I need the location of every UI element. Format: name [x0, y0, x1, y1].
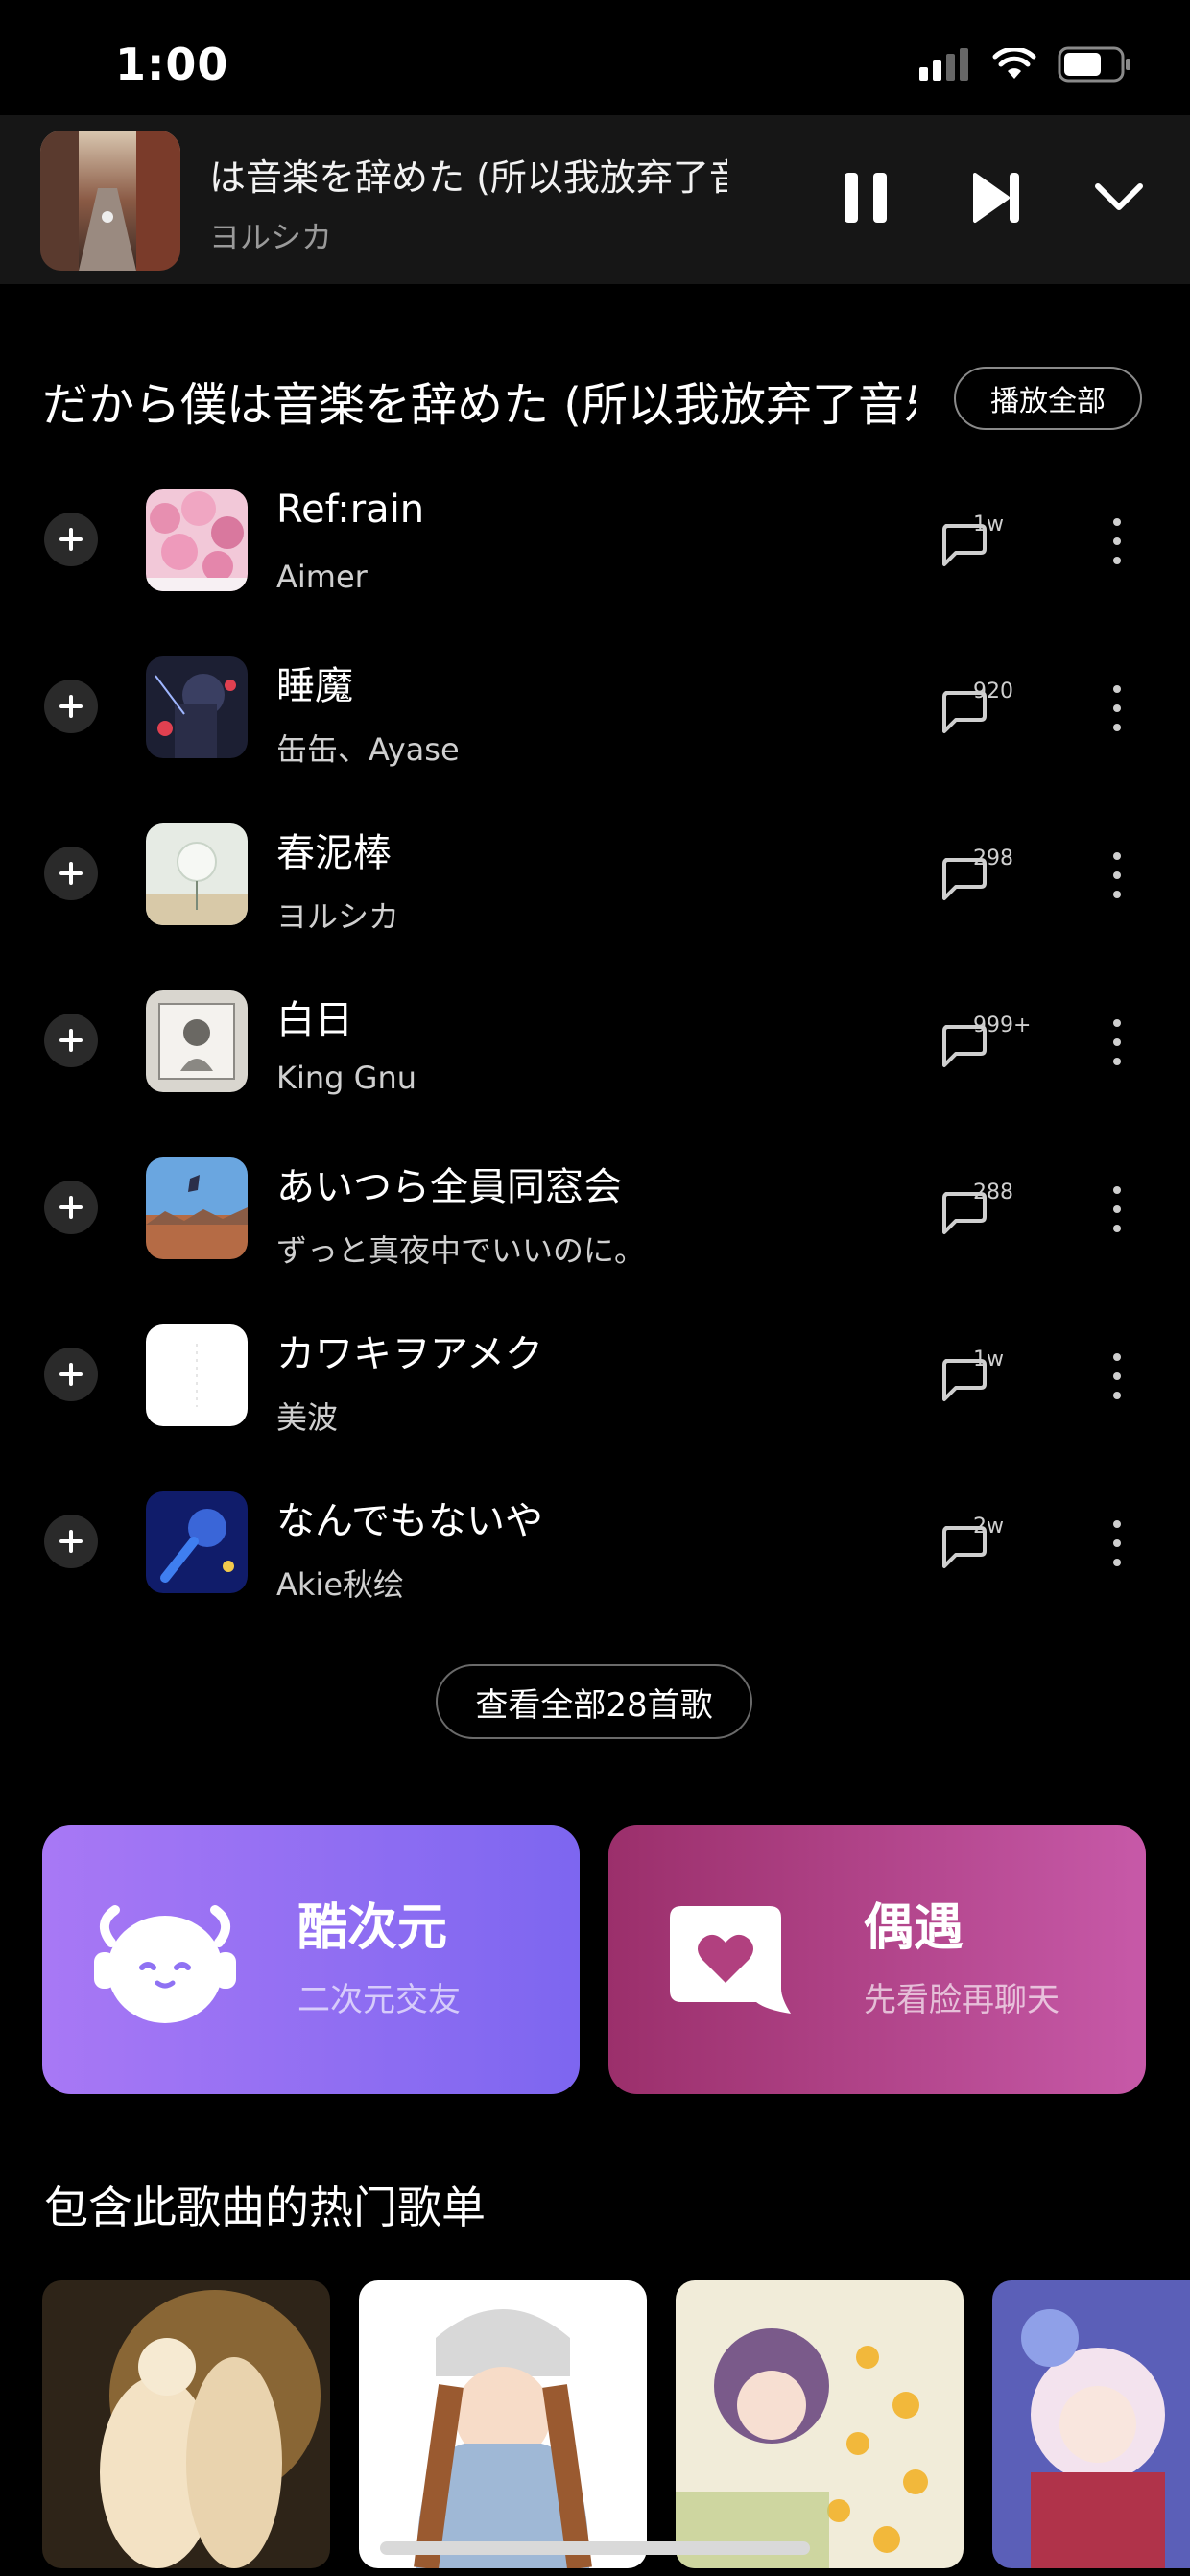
- heart-chat-icon: [670, 1906, 791, 2014]
- promo-subtitle: 二次元交友: [298, 1981, 461, 2019]
- signal-icon: [919, 48, 968, 81]
- more-options-icon[interactable]: [1104, 513, 1130, 570]
- song-cover: [146, 1324, 248, 1426]
- play-all-button[interactable]: 播放全部: [954, 367, 1142, 430]
- now-playing-bar[interactable]: は音楽を辞めた (所以我放弃了音乐) ヨルシカ: [0, 115, 1190, 284]
- plus-icon: [60, 1363, 83, 1386]
- view-all-songs-button[interactable]: 查看全部28首歌: [436, 1664, 752, 1739]
- plus-icon: [60, 528, 83, 551]
- plus-icon: [60, 1029, 83, 1052]
- promo-card-ouyu[interactable]: 偶遇 先看脸再聊天: [608, 1825, 1146, 2094]
- promo-card-kuciyuan[interactable]: 酷次元 二次元交友: [42, 1825, 580, 2094]
- status-time: 1:00: [115, 38, 229, 90]
- song-row[interactable]: 睡魔 缶缶、Ayase 920: [0, 624, 1190, 791]
- more-options-icon[interactable]: [1104, 1515, 1130, 1572]
- comment-count: 1w: [973, 1348, 1004, 1371]
- song-cover: [146, 823, 248, 925]
- more-options-icon[interactable]: [1104, 680, 1130, 737]
- comment-count: 298: [973, 847, 1013, 871]
- song-cover: [146, 489, 248, 591]
- song-artist: King Gnu: [276, 1060, 416, 1096]
- song-artist: 缶缶、Ayase: [276, 731, 460, 768]
- song-row[interactable]: Ref:rain Aimer 1w: [0, 457, 1190, 624]
- song-artist: 美波: [276, 1399, 339, 1436]
- mascot-icon: [94, 1905, 236, 2023]
- now-playing-title: は音楽を辞めた (所以我放弃了音乐): [209, 156, 727, 199]
- song-cover: [146, 1157, 248, 1259]
- more-options-icon[interactable]: [1104, 847, 1130, 904]
- song-title: カワキヲアメク: [276, 1332, 543, 1376]
- song-artist: Akie秋绘: [276, 1566, 405, 1603]
- song-row[interactable]: なんでもないや Akie秋绘 2w: [0, 1459, 1190, 1626]
- album-title: だから僕は音楽を辞めた (所以我放弃了音乐): [42, 378, 916, 432]
- plus-icon: [60, 695, 83, 718]
- comment-count: 920: [973, 680, 1013, 704]
- home-indicator: [380, 2541, 810, 2555]
- song-title: Ref:rain: [276, 488, 425, 532]
- add-song-button[interactable]: [44, 1181, 98, 1234]
- song-artist: ヨルシカ: [276, 898, 400, 935]
- playlist-card[interactable]: [676, 2280, 964, 2568]
- now-playing-artist: ヨルシカ: [209, 219, 333, 255]
- comment-count: 1w: [973, 513, 1004, 537]
- add-song-button[interactable]: [44, 680, 98, 733]
- now-playing-cover[interactable]: [40, 131, 180, 271]
- comment-count: 288: [973, 1181, 1013, 1205]
- song-row[interactable]: カワキヲアメク 美波 1w: [0, 1292, 1190, 1459]
- promo-title: 偶遇: [864, 1899, 964, 1957]
- skip-next-icon[interactable]: [969, 169, 1023, 227]
- add-song-button[interactable]: [44, 847, 98, 900]
- more-options-icon[interactable]: [1104, 1181, 1130, 1238]
- section-title: 包含此歌曲的热门歌单: [44, 2182, 486, 2233]
- more-options-icon[interactable]: [1104, 1348, 1130, 1405]
- plus-icon: [60, 1530, 83, 1553]
- song-title: 白日: [276, 998, 353, 1042]
- plus-icon: [60, 862, 83, 885]
- pause-icon[interactable]: [841, 169, 891, 227]
- song-title: 睡魔: [276, 664, 353, 708]
- status-icons: [919, 46, 1132, 83]
- song-title: 春泥棒: [276, 831, 392, 875]
- playlist-card[interactable]: [992, 2280, 1190, 2568]
- add-song-button[interactable]: [44, 1348, 98, 1401]
- more-options-icon[interactable]: [1104, 1014, 1130, 1071]
- song-cover: [146, 656, 248, 758]
- song-row[interactable]: 春泥棒 ヨルシカ 298: [0, 791, 1190, 958]
- song-row[interactable]: あいつら全員同窓会 ずっと真夜中でいいのに。 288: [0, 1125, 1190, 1292]
- plus-icon: [60, 1196, 83, 1219]
- promo-subtitle: 先看脸再聊天: [864, 1981, 1059, 2019]
- song-artist: Aimer: [276, 559, 368, 595]
- song-cover: [146, 1491, 248, 1593]
- comment-count: 999+: [973, 1014, 1032, 1038]
- playlist-card[interactable]: [42, 2280, 330, 2568]
- add-song-button[interactable]: [44, 513, 98, 566]
- playlist-card[interactable]: [359, 2280, 647, 2568]
- chevron-down-icon[interactable]: [1092, 175, 1146, 221]
- battery-icon: [1058, 46, 1130, 83]
- song-artist: ずっと真夜中でいいのに。: [276, 1232, 646, 1269]
- song-title: なんでもないや: [276, 1499, 543, 1543]
- song-title: あいつら全員同窓会: [276, 1165, 622, 1209]
- promo-title: 酷次元: [298, 1899, 448, 1957]
- song-cover: [146, 990, 248, 1092]
- add-song-button[interactable]: [44, 1515, 98, 1568]
- wifi-icon: [992, 48, 1036, 79]
- comment-count: 2w: [973, 1515, 1004, 1538]
- add-song-button[interactable]: [44, 1014, 98, 1067]
- song-row[interactable]: 白日 King Gnu 999+: [0, 958, 1190, 1125]
